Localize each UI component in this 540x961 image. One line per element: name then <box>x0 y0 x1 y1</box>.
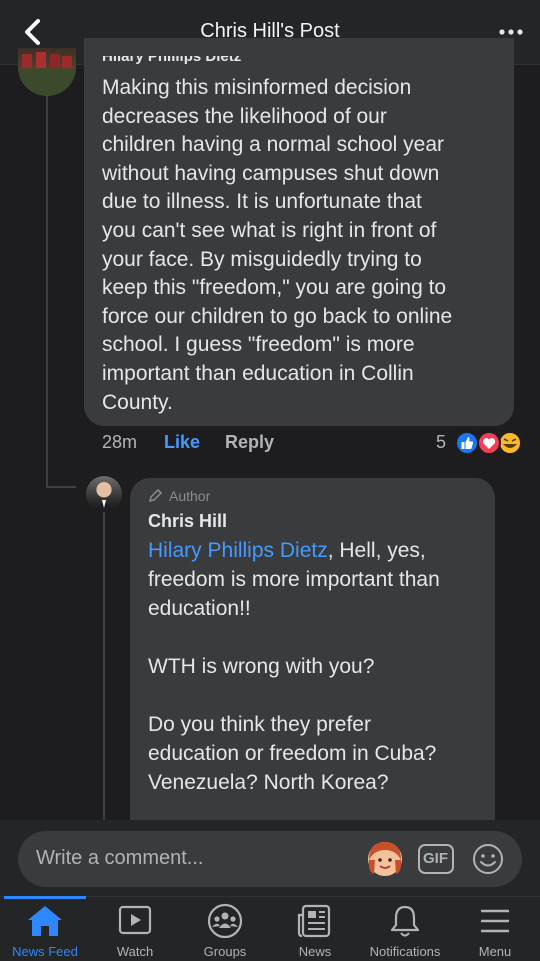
comment-author-name[interactable]: Hilary Phillips Dietz <box>102 56 241 64</box>
reply-author-name[interactable]: Chris Hill <box>148 511 227 532</box>
like-button[interactable]: Like <box>164 432 200 453</box>
avatar[interactable] <box>18 48 76 96</box>
author-badge: Author <box>148 488 210 504</box>
gif-label: GIF <box>423 850 448 867</box>
reactions-summary[interactable] <box>453 430 525 456</box>
menu-icon <box>481 909 509 933</box>
gif-button[interactable]: GIF <box>417 843 455 875</box>
emoji-icon[interactable] <box>472 843 504 875</box>
comment-placeholder[interactable]: Write a comment... <box>36 847 203 870</box>
reply-text: Hilary Phillips Dietz, Hell, yes, freedom… <box>148 539 440 794</box>
reaction-count[interactable]: 5 <box>436 432 446 453</box>
avatar-sticker-icon[interactable] <box>366 840 404 878</box>
home-icon <box>28 906 62 936</box>
tab-label-news[interactable]: News <box>270 944 360 959</box>
thread-line-curve <box>46 486 76 488</box>
author-avatar[interactable] <box>86 476 122 512</box>
tab-label-news-feed[interactable]: News Feed <box>0 944 90 959</box>
tab-label-notifications[interactable]: Notifications <box>360 944 450 959</box>
thread-line-vertical <box>46 96 48 486</box>
tab-label-menu[interactable]: Menu <box>450 944 540 959</box>
mention-link[interactable]: Hilary Phillips Dietz <box>148 539 328 562</box>
reply-button[interactable]: Reply <box>225 432 274 453</box>
pencil-icon <box>148 488 163 503</box>
groups-icon <box>207 903 243 939</box>
love-icon <box>477 431 501 455</box>
reply-thread-line <box>103 512 105 822</box>
comment-timestamp[interactable]: 28m <box>102 432 137 453</box>
haha-icon <box>498 431 522 455</box>
avatar-photo <box>18 52 76 96</box>
watch-icon <box>118 905 152 935</box>
comment-text: Making this misinformed decision decreas… <box>102 76 453 414</box>
news-icon <box>297 904 331 938</box>
tab-label-groups[interactable]: Groups <box>180 944 270 959</box>
bell-icon <box>390 905 420 937</box>
like-icon <box>455 431 479 455</box>
tab-label-watch[interactable]: Watch <box>90 944 180 959</box>
